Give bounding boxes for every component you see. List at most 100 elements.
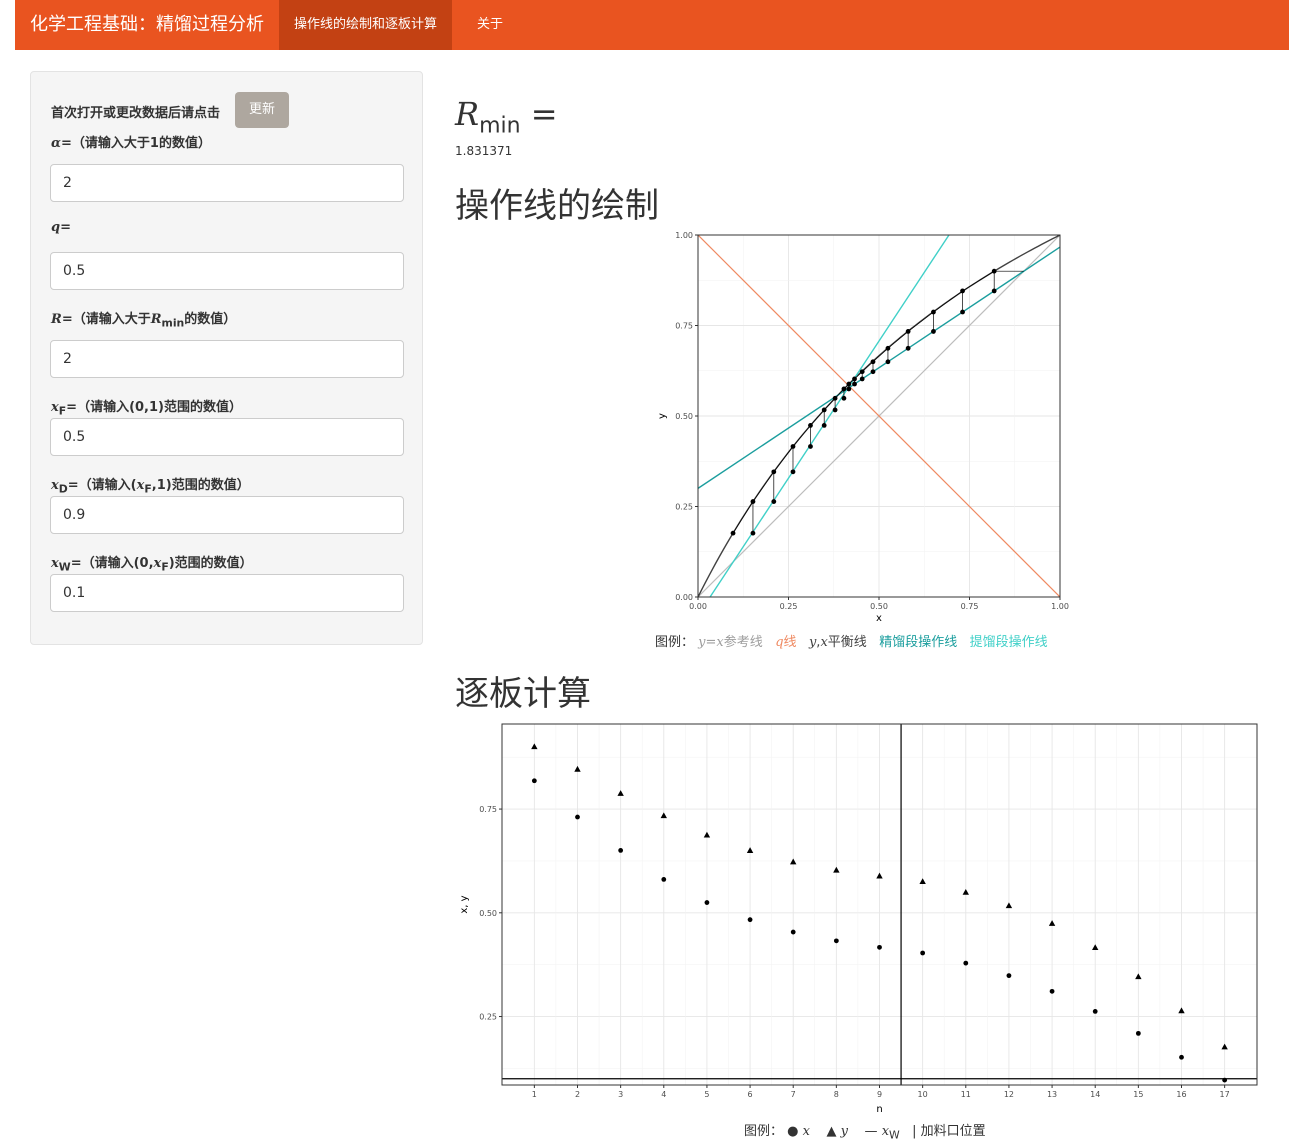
point-x — [833, 938, 839, 944]
legend-y: ▲ y — [826, 1124, 849, 1139]
stage-point-eq — [991, 268, 997, 274]
point-x — [1092, 1008, 1098, 1014]
legend-operating: 图例： y=x参考线 q线 y,x平衡线 精馏段操作线 提馏段操作线 — [655, 635, 1048, 650]
stage-point-eq — [771, 469, 777, 475]
xW-input[interactable]: 0.1 — [50, 574, 404, 612]
xD-input[interactable]: 0.9 — [50, 496, 404, 534]
x-axis-title: x — [876, 613, 882, 624]
rmin-heading: Rmin = — [455, 95, 558, 139]
update-button[interactable]: 更新 — [235, 92, 289, 128]
x-tick-label: 0.25 — [780, 602, 798, 611]
x-tick-label: 15 — [1133, 1090, 1143, 1099]
stage-point-eq — [859, 369, 865, 375]
alpha-input[interactable]: 2 — [50, 164, 404, 202]
legend-q-line: q线 — [775, 635, 797, 650]
x-tick-label: 13 — [1047, 1090, 1057, 1099]
x-tick-label: 8 — [834, 1090, 839, 1099]
stage-chart: 1 2 3 4 5 6 7 8 9 10 11 12 13 14 15 16 170.250.500.75nx,… — [459, 723, 1258, 1115]
point-x — [575, 814, 580, 820]
x-tick-label: 1 — [532, 1090, 537, 1099]
stage-point-op — [808, 444, 813, 449]
stage-point-eq — [960, 288, 965, 294]
R-input[interactable]: 2 — [50, 340, 404, 378]
alpha-label: α=（请输入大于1的数值） — [51, 136, 211, 151]
stage-point-op — [790, 469, 796, 475]
y-tick-label: 0.00 — [675, 593, 693, 602]
x-tick-label: 17 — [1220, 1090, 1230, 1099]
stage-point-op — [841, 395, 847, 401]
x-tick-label: 3 — [618, 1090, 623, 1099]
legend-rect-line: 精馏段操作线 — [879, 635, 958, 650]
point-x — [1222, 1077, 1228, 1083]
heading-operating-lines: 操作线的绘制 — [455, 186, 659, 226]
legend-ref-line: y=x参考线 — [698, 635, 763, 650]
y-tick-label: 0.50 — [675, 412, 693, 421]
R-label: R=（请输入大于Rmin的数值） — [51, 312, 237, 330]
point-x — [790, 929, 796, 935]
point-x — [618, 847, 624, 853]
heading-stepwise: 逐板计算 — [455, 674, 591, 714]
x-tick-label: 16 — [1176, 1090, 1186, 1099]
stage-point-op — [859, 376, 865, 382]
y-tick-label: 0.75 — [675, 322, 693, 331]
q-input[interactable]: 0.5 — [50, 252, 404, 290]
x-tick-label: 7 — [791, 1090, 796, 1099]
stage-point-eq — [832, 395, 838, 401]
tab-operating-lines[interactable]: 操作线的绘制和逐板计算 — [279, 0, 453, 50]
x-tick-label: 4 — [661, 1090, 666, 1099]
y-axis-title: x, y — [459, 895, 470, 913]
stage-point-op — [821, 423, 827, 428]
x-tick-label: 11 — [961, 1090, 971, 1099]
point-x — [963, 960, 969, 966]
stage-point-eq — [846, 381, 852, 387]
point-x — [747, 917, 753, 923]
stage-point-eq — [750, 499, 756, 504]
point-x — [661, 876, 667, 882]
point-x — [704, 900, 710, 905]
legend-stages: 图例： ● x ▲ y — xW | 加料口位置 — [744, 1124, 986, 1142]
mccabe-thiele-chart: 0.00 0.25 0.50 0.75 1.00 0.00 0.25 0.50 0.75 1.00… — [657, 231, 1069, 624]
tab-about[interactable]: 关于 — [462, 0, 518, 50]
stage-point-eq — [905, 329, 911, 334]
point-x — [877, 944, 882, 950]
stage-point-eq — [931, 309, 936, 315]
navbar-brand[interactable]: 化学工程基础：精馏过程分析 — [30, 0, 264, 50]
stage-point-op — [750, 530, 756, 536]
y-tick-label: 0.25 — [479, 1013, 497, 1022]
stage-point-eq — [808, 423, 813, 428]
x-tick-label: 14 — [1090, 1090, 1100, 1099]
stage-point-op — [846, 386, 852, 392]
point-x — [1049, 988, 1055, 994]
legend-eq-line: y,x平衡线 — [808, 635, 867, 650]
xF-label: xF=（请输入(0,1)范围的数值） — [51, 400, 242, 418]
y-tick-label: 0.50 — [479, 909, 497, 918]
legend-xw: — xW — [864, 1124, 900, 1142]
legend-feed: | 加料口位置 — [912, 1124, 986, 1139]
stage-point-op — [832, 407, 838, 413]
stage-point-op — [991, 288, 997, 294]
stage-point-eq — [870, 359, 876, 365]
y-tick-label: 0.75 — [479, 805, 497, 814]
point-x — [920, 950, 926, 956]
stage-point-eq — [841, 386, 847, 392]
stage-point-op — [885, 359, 891, 365]
stage-point-op — [931, 329, 936, 334]
x-tick-label: 2 — [575, 1090, 580, 1099]
x-tick-label: 0.75 — [961, 602, 979, 611]
y-tick-label: 0.25 — [675, 503, 693, 512]
sidebar-panel: 首次打开或更改数据后请点击 更新 α=（请输入大于1的数值） 2 q= 0.5 … — [30, 71, 423, 645]
xW-label: xW=（请输入(0,xF)范围的数值） — [51, 556, 253, 574]
stage-point-op — [771, 499, 777, 504]
stage-point-eq — [790, 444, 796, 449]
rmin-value: 1.831371 — [455, 144, 513, 158]
xF-input[interactable]: 0.5 — [50, 418, 404, 456]
x-axis-title: n — [876, 1104, 882, 1115]
navbar: 化学工程基础：精馏过程分析 操作线的绘制和逐板计算 关于 — [15, 0, 1289, 50]
x-tick-label: 12 — [1004, 1090, 1014, 1099]
point-x — [1135, 1030, 1141, 1036]
stage-point-eq — [885, 345, 891, 351]
legend-x: ● x — [787, 1124, 810, 1139]
point-x — [1179, 1054, 1184, 1060]
stage-point-eq — [821, 407, 827, 413]
stage-point-eq — [852, 376, 857, 382]
